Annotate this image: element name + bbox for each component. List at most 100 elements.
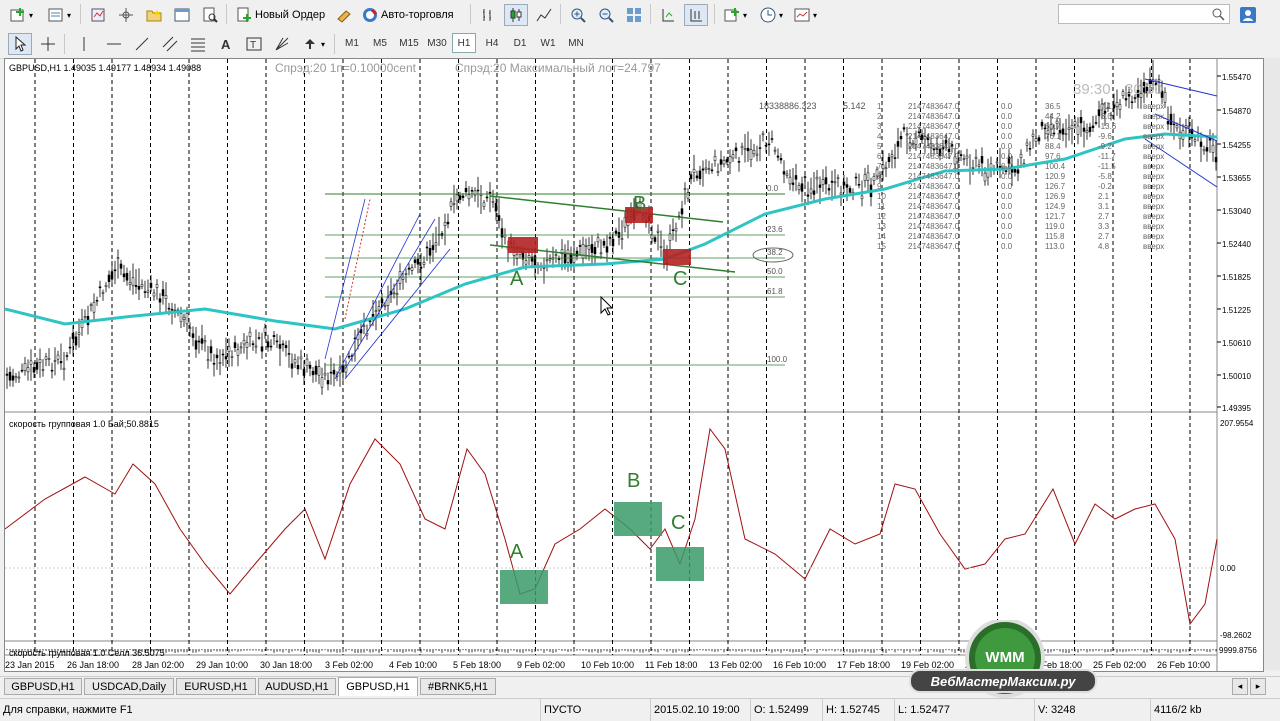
autoscroll-button[interactable] bbox=[684, 4, 708, 26]
price-tick-label: 1.53655 bbox=[1222, 174, 1251, 183]
svg-text:T: T bbox=[250, 40, 256, 51]
candle-body bbox=[605, 246, 609, 253]
candle-body bbox=[710, 169, 714, 172]
templates-button[interactable]: ▾ bbox=[790, 4, 821, 26]
tab-gbpusd-h1-active[interactable]: GBPUSD,H1 bbox=[338, 677, 418, 696]
tf-m5[interactable]: M5 bbox=[368, 33, 392, 53]
symbol-info: GBPUSD,H1 1.49035 1.49177 1.48934 1.4908… bbox=[9, 63, 201, 73]
channel-tool[interactable] bbox=[158, 33, 182, 55]
candle-body bbox=[362, 325, 366, 327]
table-cell: 124.9 bbox=[1045, 202, 1066, 211]
candle-body bbox=[284, 345, 288, 349]
candle-body bbox=[893, 157, 897, 159]
fibo-tool[interactable] bbox=[186, 33, 210, 55]
candle-body bbox=[578, 245, 582, 247]
osc-point-c-label: C bbox=[671, 512, 685, 534]
candle-body bbox=[236, 349, 240, 356]
label-tool[interactable]: T bbox=[242, 33, 266, 55]
candle-body bbox=[1187, 125, 1191, 128]
market-watch-button[interactable] bbox=[86, 4, 110, 26]
osc-bottom-tick: 9999.8756 bbox=[1219, 646, 1257, 655]
add-indicator-icon bbox=[724, 8, 739, 22]
candle-body bbox=[206, 359, 210, 361]
gann-tool[interactable] bbox=[270, 33, 294, 55]
favorites-button[interactable] bbox=[142, 4, 166, 26]
navigator-button[interactable] bbox=[114, 4, 138, 26]
auto-trading-button[interactable]: Авто-торговля bbox=[358, 4, 458, 26]
candle-body bbox=[62, 367, 66, 370]
arrows-tool[interactable]: ▾ bbox=[298, 33, 329, 55]
price-chart[interactable]: 0.023.638.250.061.8100.0 1.554701.548701… bbox=[5, 59, 1263, 671]
search-input[interactable] bbox=[1058, 4, 1230, 24]
candle-body bbox=[752, 150, 756, 155]
candle-body bbox=[230, 356, 234, 358]
candle-body bbox=[1211, 144, 1215, 153]
vertical-line-tool[interactable] bbox=[72, 33, 96, 55]
metaeditor-button[interactable] bbox=[332, 4, 356, 26]
tab-eurusd-h1[interactable]: EURUSD,H1 bbox=[176, 678, 256, 695]
tf-h4[interactable]: H4 bbox=[480, 33, 504, 53]
candle-body bbox=[248, 331, 252, 337]
tab-audusd-h1[interactable]: AUDUSD,H1 bbox=[258, 678, 336, 695]
trendline-icon bbox=[135, 37, 149, 51]
tab-usdcad-daily[interactable]: USDCAD,Daily bbox=[84, 678, 174, 695]
table-cell: 2147483647.0 bbox=[908, 112, 960, 121]
tab-brnk5-h1[interactable]: #BRNK5,H1 bbox=[420, 678, 496, 695]
zoom-in-button[interactable] bbox=[566, 4, 590, 26]
tf-mn[interactable]: MN bbox=[564, 33, 588, 53]
fib-level-label: 38.2 bbox=[767, 248, 783, 257]
drawing-toolbar: A T ▾ bbox=[0, 30, 1280, 59]
zoom-out-button[interactable] bbox=[594, 4, 618, 26]
tester-button[interactable] bbox=[198, 4, 222, 26]
tf-w1[interactable]: W1 bbox=[536, 33, 560, 53]
time-tick-label: 5 Feb 18:00 bbox=[453, 660, 501, 670]
tf-m30[interactable]: M30 bbox=[424, 33, 450, 53]
text-tool[interactable]: A bbox=[214, 33, 238, 55]
tf-m1[interactable]: M1 bbox=[340, 33, 364, 53]
candle-body bbox=[695, 175, 699, 179]
candle-body bbox=[1079, 117, 1083, 124]
bar-chart-button[interactable] bbox=[476, 4, 500, 26]
profiles-button[interactable]: ▾ bbox=[44, 4, 75, 26]
trendline-tool[interactable] bbox=[130, 33, 154, 55]
periods-button[interactable]: ▾ bbox=[756, 4, 787, 26]
horizontal-line-tool[interactable] bbox=[102, 33, 126, 55]
account-button[interactable] bbox=[1236, 4, 1260, 26]
candle-body bbox=[830, 180, 834, 183]
terminal-button[interactable] bbox=[170, 4, 194, 26]
tab-gbpusd-h1[interactable]: GBPUSD,H1 bbox=[4, 678, 82, 695]
chart-shift-button[interactable] bbox=[656, 4, 680, 26]
candle-body bbox=[989, 163, 993, 169]
candle-body bbox=[446, 221, 450, 225]
table-cell: 2.7 bbox=[1098, 232, 1110, 241]
tab-scroll-right[interactable]: ▸ bbox=[1250, 678, 1266, 695]
crosshair-tool[interactable] bbox=[36, 33, 60, 55]
candle-body bbox=[959, 154, 963, 157]
candle-body bbox=[860, 195, 864, 200]
time-axis: 23 Jan 2015 26 Jan 18:00 28 Jan 02:00 29 Ja… bbox=[5, 660, 1210, 670]
candle-body bbox=[794, 175, 798, 180]
cursor-tool[interactable] bbox=[8, 33, 32, 55]
vertical-scrollbar[interactable] bbox=[1264, 58, 1280, 670]
chart-window[interactable]: 0.0 23.6 38.2 50.0 61.8 100.0 1.55470 1.54870 1… bbox=[4, 58, 1264, 672]
table-cell: 2147483647.0 bbox=[908, 232, 960, 241]
tile-windows-button[interactable] bbox=[622, 4, 646, 26]
candle-body bbox=[1112, 104, 1116, 109]
candle-body bbox=[902, 127, 906, 130]
new-chart-button[interactable]: ▾ bbox=[6, 4, 37, 26]
indicators-button[interactable]: ▾ bbox=[720, 4, 751, 26]
new-order-button[interactable]: Новый Ордер bbox=[232, 4, 329, 26]
table-cell: 2147483647.0 bbox=[908, 192, 960, 201]
candle-chart-button[interactable] bbox=[504, 4, 528, 26]
tab-scroll-left[interactable]: ◂ bbox=[1232, 678, 1248, 695]
table-cell: 0.0 bbox=[1001, 142, 1013, 151]
candle-body bbox=[494, 203, 498, 212]
osc-point-a-label: A bbox=[510, 541, 524, 563]
tf-d1[interactable]: D1 bbox=[508, 33, 532, 53]
tf-m15[interactable]: M15 bbox=[396, 33, 422, 53]
fibonacci-icon bbox=[191, 38, 205, 52]
line-chart-button[interactable] bbox=[532, 4, 556, 26]
table-cell: 3 bbox=[877, 122, 882, 131]
candle-body bbox=[1061, 128, 1065, 135]
tf-h1[interactable]: H1 bbox=[452, 33, 476, 53]
